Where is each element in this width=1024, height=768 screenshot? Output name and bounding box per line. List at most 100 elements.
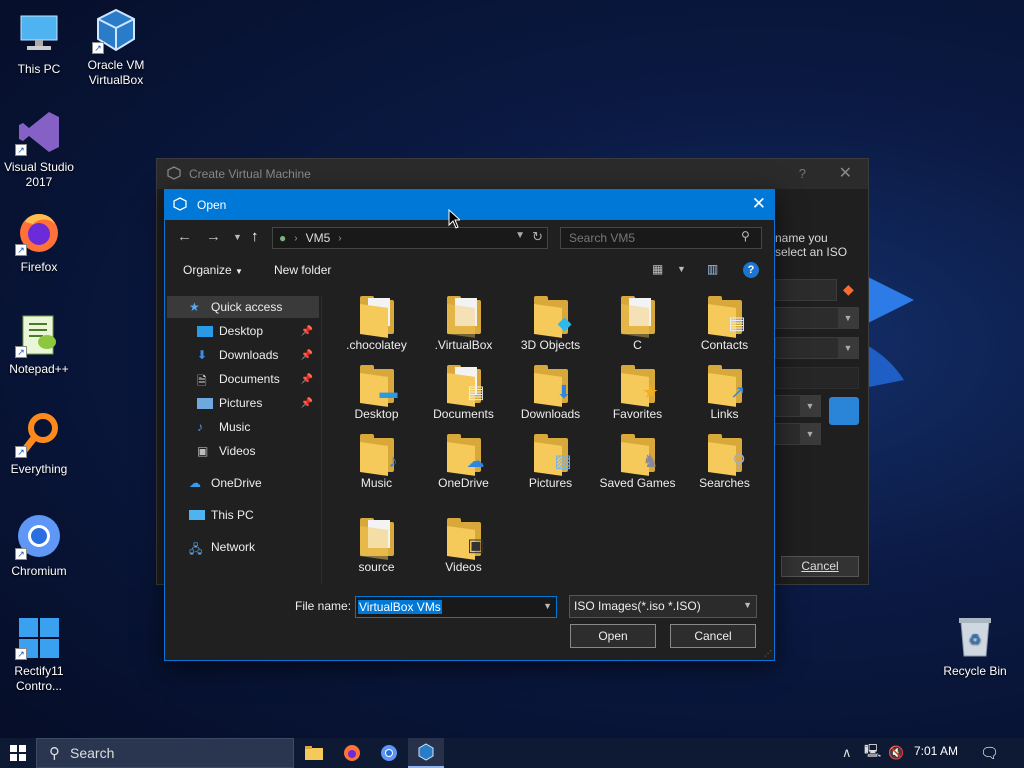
firefox-taskbar-button[interactable] <box>334 738 370 768</box>
file-explorer-taskbar-button[interactable] <box>296 738 332 768</box>
recent-chevron-icon[interactable]: ▼ <box>233 227 242 247</box>
nav-music[interactable]: ♪ Music <box>167 416 319 438</box>
virtualbox-taskbar-button[interactable] <box>408 738 444 768</box>
contacts-folder-icon: ▤ <box>707 296 746 338</box>
folder-item[interactable]: ♪ Music <box>333 434 420 491</box>
cancel-button[interactable]: Cancel <box>781 556 859 577</box>
iso-select[interactable]: ▼ <box>775 337 859 359</box>
file-name-input[interactable]: VirtualBox VMs ▼ <box>355 596 557 618</box>
nav-this-pc[interactable]: This PC <box>167 504 319 526</box>
folder-item[interactable]: ▤ Contacts <box>681 296 768 353</box>
type-select[interactable]: ▼ <box>775 395 821 417</box>
volume-muted-icon[interactable]: 🔇 <box>888 738 904 768</box>
refresh-icon[interactable]: ↻ <box>532 229 543 245</box>
3d-objects-folder-icon: ◆ <box>533 296 572 338</box>
nav-pictures[interactable]: Pictures 📌 <box>167 392 319 414</box>
open-button[interactable]: Open <box>570 624 656 648</box>
folder-item[interactable]: ♞ Saved Games <box>594 434 681 491</box>
star-icon: ★ <box>189 300 200 314</box>
new-folder-button[interactable]: New folder <box>274 263 331 277</box>
start-button[interactable] <box>0 738 36 768</box>
magnifier-icon: ↗ <box>15 410 63 458</box>
pin-icon[interactable]: 📌 <box>301 326 313 337</box>
search-icon: ⚲ <box>49 745 60 762</box>
folder-item[interactable]: ▤ Documents <box>420 365 507 422</box>
folder-item[interactable]: .chocolatey <box>333 296 420 353</box>
help-icon[interactable]: ? <box>743 262 759 278</box>
back-arrow-icon[interactable]: ← <box>177 227 192 247</box>
taskbar-search-box[interactable]: ⚲ Search <box>36 738 294 768</box>
network-icon: 🖧 <box>189 542 203 556</box>
file-type-value: ISO Images(*.iso *.ISO) <box>574 599 701 613</box>
folder-item[interactable]: ◆ 3D Objects <box>507 296 594 353</box>
nav-onedrive[interactable]: ☁ OneDrive <box>167 472 319 494</box>
name-field[interactable] <box>775 279 837 301</box>
desktop-icon-rectify11[interactable]: ↗ Rectify11 Contro... <box>0 612 78 694</box>
desktop-icon-everything[interactable]: ↗ Everything <box>0 410 78 477</box>
desktop-icon-visual-studio[interactable]: ↗ Visual Studio 2017 <box>0 108 78 190</box>
desktop-icon-firefox[interactable]: ↗ Firefox <box>0 208 78 275</box>
close-icon[interactable]: ✕ <box>839 163 852 183</box>
chromium-taskbar-button[interactable] <box>371 738 407 768</box>
pictures-folder-icon: ▨ <box>533 434 572 476</box>
file-type-select[interactable]: ISO Images(*.iso *.ISO) ▼ <box>569 595 757 618</box>
folder-item[interactable]: ▨ Pictures <box>507 434 594 491</box>
desktop-icon-label: Oracle VM VirtualBox <box>87 58 145 87</box>
pin-icon[interactable]: 📌 <box>301 398 313 409</box>
nav-network[interactable]: 🖧 Network <box>167 536 319 558</box>
folder-item[interactable]: .VirtualBox <box>420 296 507 353</box>
create-vm-titlebar[interactable]: Create Virtual Machine <box>157 159 868 189</box>
folder-item[interactable]: ⚲ Searches <box>681 434 768 491</box>
desktop-icon-chromium[interactable]: ↗ Chromium <box>0 512 78 579</box>
chevron-down-icon[interactable]: ▼ <box>677 264 686 274</box>
nav-documents[interactable]: 🗎 Documents 📌 <box>167 368 319 390</box>
nav-videos[interactable]: ▣ Videos <box>167 440 319 462</box>
folder-select[interactable]: ▼ <box>775 307 859 329</box>
chevron-down-icon[interactable]: ▼ <box>515 230 525 241</box>
nav-quick-access[interactable]: ★ Quick access <box>167 296 319 318</box>
folder-item[interactable]: C <box>594 296 681 353</box>
notification-icon[interactable]: 🗨 <box>980 744 999 762</box>
address-bar[interactable]: ● › VM5 › ▼ ↻ <box>272 227 548 249</box>
tray-chevron-up-icon[interactable]: ∧ <box>842 738 852 768</box>
search-input[interactable]: Search VM5 <box>560 227 762 249</box>
chevron-down-icon[interactable]: ▼ <box>543 601 552 611</box>
navigation-pane: ★ Quick access Desktop 📌 ⬇ Downloads 📌 🗎 D… <box>167 296 322 584</box>
desktop-icon-recycle-bin[interactable]: ♻ Recycle Bin <box>936 612 1014 679</box>
folder-item[interactable]: ↗ Links <box>681 365 768 422</box>
recycle-bin-icon: ♻ <box>951 612 999 660</box>
open-title: Open <box>197 198 227 212</box>
close-icon[interactable]: ✕ <box>752 194 766 214</box>
folder-item[interactable]: source <box>333 518 420 575</box>
preview-pane-icon[interactable]: ▥ <box>707 262 718 276</box>
pin-icon[interactable]: 📌 <box>301 374 313 385</box>
folder-item[interactable]: ▬ Desktop <box>333 365 420 422</box>
cancel-button[interactable]: Cancel <box>670 624 756 648</box>
shortcut-arrow-icon: ↗ <box>15 648 27 660</box>
pin-icon[interactable]: 📌 <box>301 350 313 361</box>
open-titlebar[interactable]: Open <box>165 190 774 220</box>
nav-desktop[interactable]: Desktop 📌 <box>167 320 319 342</box>
edition-select[interactable] <box>775 367 859 389</box>
network-icon[interactable]: 🖳 <box>864 738 881 768</box>
desktop-icon-notepad-plus-plus[interactable]: ↗ Notepad++ <box>0 310 78 377</box>
folder-item[interactable]: ☁ OneDrive <box>420 434 507 491</box>
clock[interactable]: 7:01 AM <box>914 744 958 758</box>
desktop-folder-icon: ▬ <box>359 365 398 407</box>
version-select[interactable]: ▼ <box>775 423 821 445</box>
folder-item[interactable]: ★ Favorites <box>594 365 681 422</box>
help-button[interactable]: ? <box>799 166 806 181</box>
up-arrow-icon[interactable]: ↑ <box>251 227 259 247</box>
firefox-icon: ↗ <box>15 208 63 256</box>
organize-button[interactable]: Organize ▼ <box>183 263 243 277</box>
view-options-icon[interactable]: ▦ <box>652 262 663 276</box>
music-folder-icon: ♪ <box>359 434 398 476</box>
breadcrumb-vm5[interactable]: VM5 <box>306 231 331 245</box>
resize-grip-icon[interactable]: ⋰ <box>764 649 772 658</box>
folder-item[interactable]: ▣ Videos <box>420 518 507 575</box>
nav-downloads[interactable]: ⬇ Downloads 📌 <box>167 344 319 366</box>
desktop-icon-this-pc[interactable]: This PC <box>0 10 78 77</box>
desktop-icon-virtualbox[interactable]: ↗ Oracle VM VirtualBox <box>77 6 155 88</box>
folder-item[interactable]: ⬇ Downloads <box>507 365 594 422</box>
forward-arrow-icon[interactable]: → <box>206 227 221 247</box>
